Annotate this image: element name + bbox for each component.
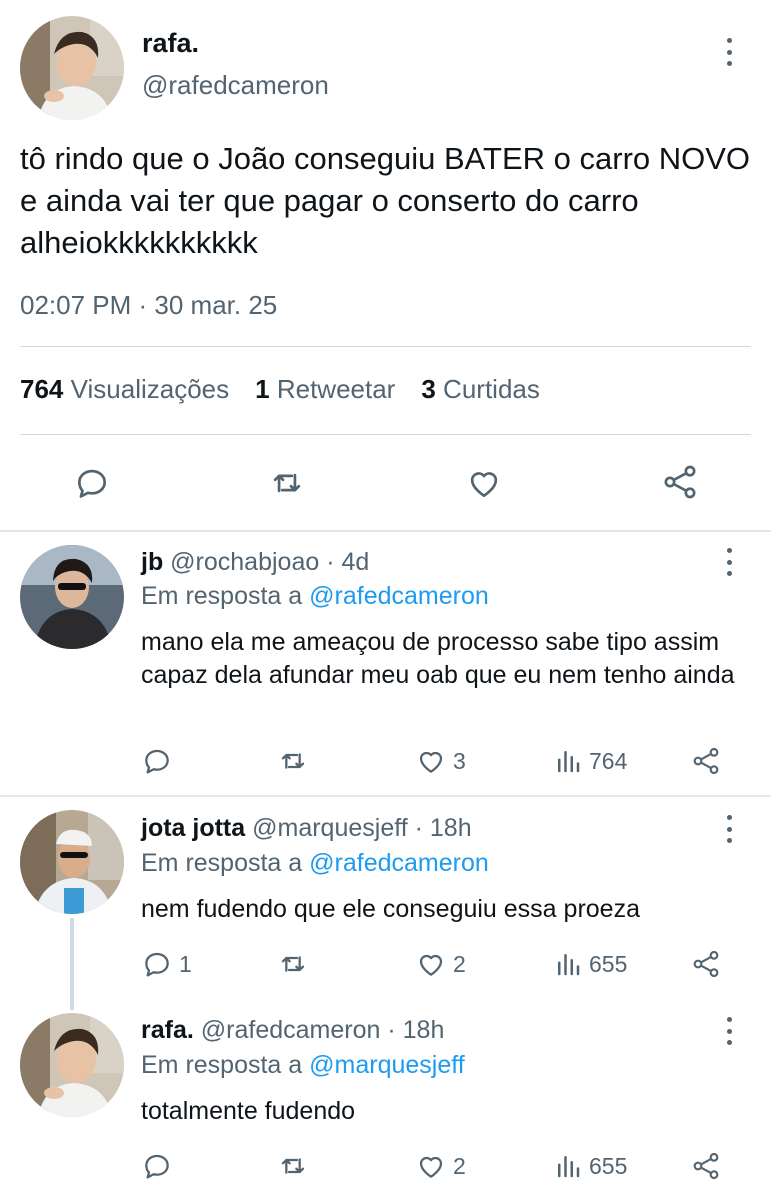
- reply-time: · 18h: [387, 1016, 445, 1044]
- views-icon: [558, 1156, 580, 1178]
- section-divider: [0, 795, 771, 797]
- reply-time: · 18h: [414, 814, 472, 842]
- reply-avatar[interactable]: [20, 545, 124, 649]
- share-icon: [693, 747, 719, 775]
- retweet-button[interactable]: [276, 1150, 316, 1182]
- retweets-stat[interactable]: 1 Retweetar: [255, 374, 395, 405]
- retweet-icon: [281, 753, 305, 769]
- divider: [20, 434, 751, 435]
- reply-button[interactable]: [141, 1150, 179, 1182]
- reply-to-mention[interactable]: @rafedcameron: [309, 582, 489, 610]
- reply-header: jota jotta @marquesjeff · 18h: [141, 814, 472, 843]
- share-button[interactable]: [690, 1149, 722, 1183]
- section-divider: [0, 530, 771, 532]
- retweet-button[interactable]: [276, 948, 316, 980]
- tweet-text: tô rindo que o João conseguiu BATER o ca…: [20, 141, 751, 260]
- like-button[interactable]: 2: [415, 1150, 466, 1182]
- reply-button[interactable]: 1: [141, 948, 192, 980]
- reply-author-handle[interactable]: @rafedcameron: [201, 1016, 381, 1044]
- share-icon: [693, 950, 719, 978]
- views-stat[interactable]: 764 Visualizações: [20, 374, 229, 405]
- more-options-icon[interactable]: [723, 38, 735, 66]
- reply-avatar[interactable]: [20, 810, 124, 914]
- tweet-timestamp[interactable]: 02:07 PM · 30 mar. 25: [20, 290, 277, 321]
- reply-icon: [145, 952, 169, 977]
- author-handle[interactable]: @rafedcameron: [142, 70, 329, 101]
- reply-icon: [145, 749, 169, 774]
- views-button[interactable]: 764: [553, 745, 627, 777]
- reply-author-handle[interactable]: @marquesjeff: [252, 814, 408, 842]
- reply-to-mention[interactable]: @rafedcameron: [309, 849, 489, 877]
- like-icon[interactable]: [464, 464, 504, 502]
- divider: [20, 346, 751, 347]
- reply-author-name[interactable]: jb: [141, 548, 163, 576]
- more-options-icon[interactable]: [723, 815, 735, 843]
- reply-author-name[interactable]: rafa.: [141, 1016, 194, 1044]
- retweet-icon[interactable]: [267, 464, 307, 502]
- author-name[interactable]: rafa.: [142, 28, 199, 59]
- reply-context: Em resposta a @marquesjeff: [141, 1051, 465, 1079]
- like-icon: [419, 751, 443, 773]
- views-button[interactable]: 655: [553, 948, 627, 980]
- likes-stat[interactable]: 3 Curtidas: [421, 374, 540, 405]
- retweet-icon: [281, 956, 305, 972]
- retweet-button[interactable]: [276, 745, 316, 777]
- share-icon: [693, 1152, 719, 1180]
- like-button[interactable]: 3: [415, 745, 466, 777]
- reply-to-mention[interactable]: @marquesjeff: [309, 1051, 465, 1079]
- share-button[interactable]: [690, 947, 722, 981]
- share-icon[interactable]: [660, 462, 700, 502]
- like-button[interactable]: 2: [415, 948, 466, 980]
- share-button[interactable]: [690, 744, 722, 778]
- more-options-icon[interactable]: [723, 1017, 735, 1045]
- reply-author-name[interactable]: jota jotta: [141, 814, 245, 842]
- like-icon: [419, 1156, 443, 1178]
- views-icon: [558, 954, 580, 976]
- reply-icon[interactable]: [73, 464, 111, 502]
- views-icon: [558, 751, 580, 773]
- retweet-icon: [281, 1158, 305, 1174]
- reply-header: jb @rochabjoao · 4d: [141, 548, 369, 577]
- reply-header: rafa. @rafedcameron · 18h: [141, 1016, 444, 1045]
- reply-context: Em resposta a @rafedcameron: [141, 849, 489, 877]
- more-options-icon[interactable]: [723, 548, 735, 576]
- tweet-stats: 764 Visualizações 1 Retweetar 3 Curtidas: [20, 374, 566, 405]
- author-avatar[interactable]: [20, 16, 124, 120]
- views-button[interactable]: 655: [553, 1150, 627, 1182]
- reply-avatar[interactable]: [20, 1013, 124, 1117]
- reply-text: mano ela me ameaçou de processo sabe tip…: [141, 628, 735, 689]
- like-icon: [419, 954, 443, 976]
- reply-author-handle[interactable]: @rochabjoao: [170, 548, 319, 576]
- reply-context: Em resposta a @rafedcameron: [141, 582, 489, 610]
- reply-text: nem fudendo que ele conseguiu essa proez…: [141, 895, 640, 923]
- reply-text: totalmente fudendo: [141, 1097, 356, 1125]
- reply-icon: [145, 1154, 169, 1179]
- thread-line: [70, 918, 74, 1010]
- reply-button[interactable]: [141, 745, 179, 777]
- reply-time: · 4d: [326, 548, 370, 576]
